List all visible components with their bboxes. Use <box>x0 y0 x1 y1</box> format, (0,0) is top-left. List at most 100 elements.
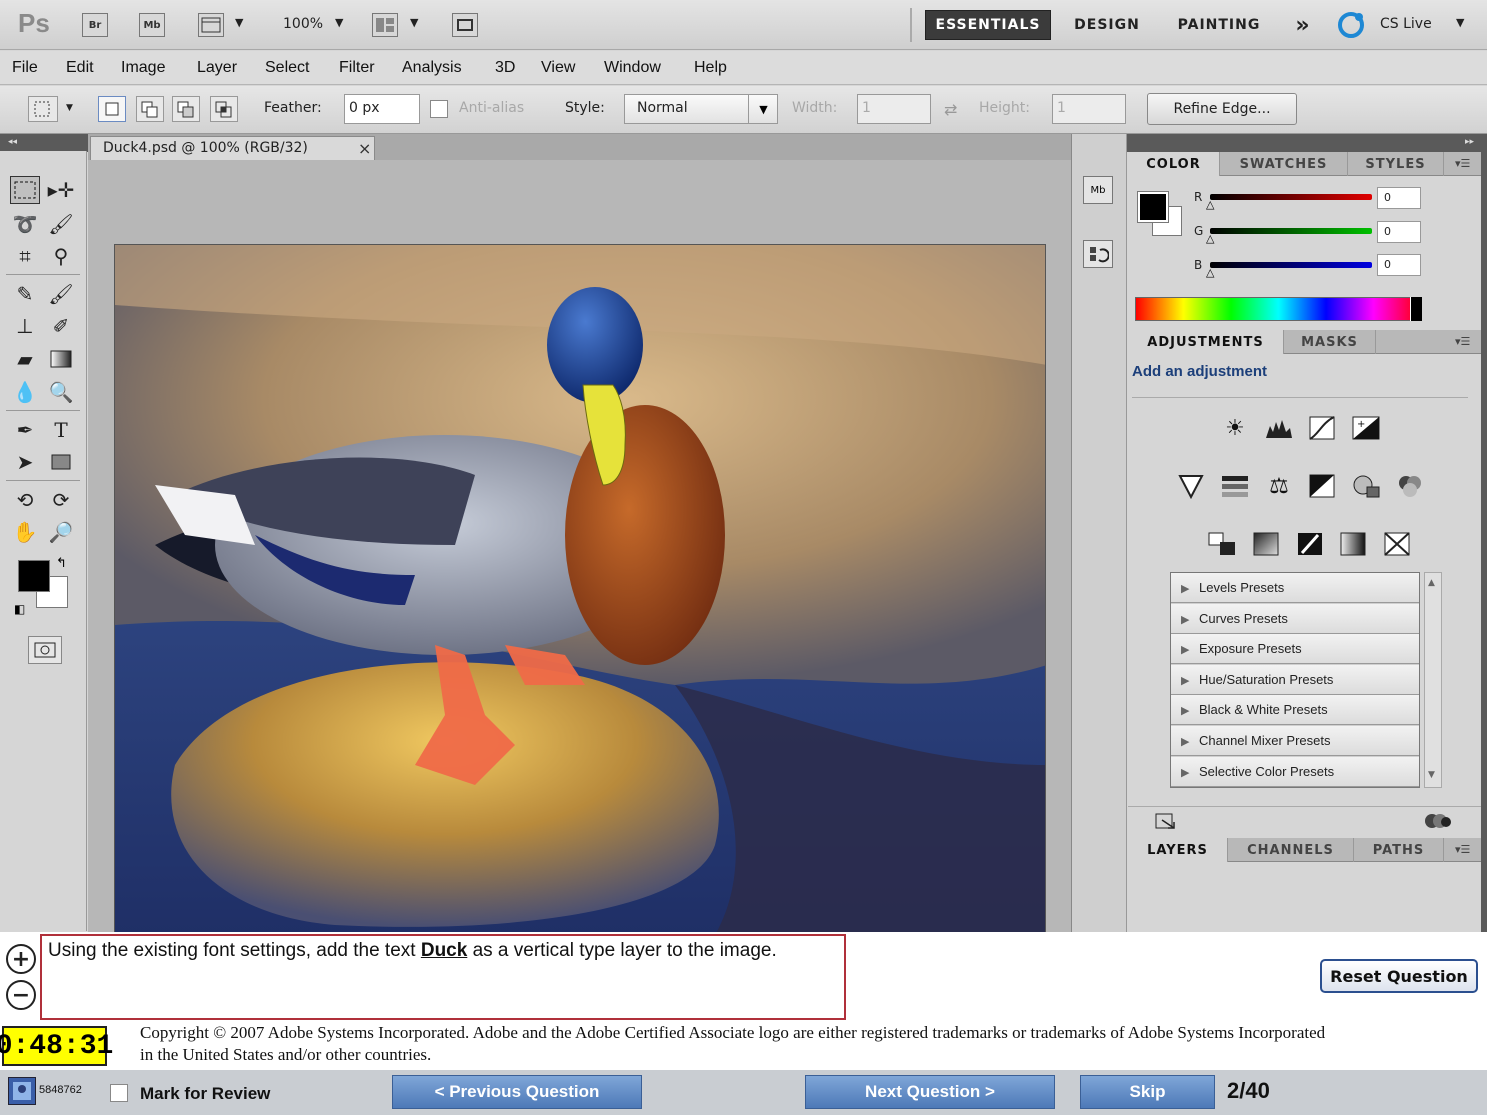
menu-analysis[interactable]: Analysis <box>402 59 462 77</box>
scroll-up-icon[interactable]: ▲ <box>1428 578 1435 588</box>
swap-colors-icon[interactable]: ↰ <box>56 556 67 571</box>
panel-menu-icon[interactable]: ▾☰ <box>1455 335 1470 348</box>
threshold-icon[interactable] <box>1293 528 1327 560</box>
mini-bridge-panel-icon[interactable]: Mb <box>1083 176 1113 204</box>
more-workspaces-icon[interactable]: » <box>1288 10 1318 40</box>
eraser-tool-icon[interactable]: ▰ <box>10 345 40 373</box>
tool-preset-picker[interactable] <box>28 96 58 122</box>
menu-3d[interactable]: 3D <box>495 59 515 77</box>
scroll-down-icon[interactable]: ▼ <box>1428 770 1435 780</box>
panel-menu-icon[interactable]: ▾☰ <box>1455 157 1470 170</box>
width-input[interactable]: 1 <box>857 94 931 124</box>
mark-for-review-label[interactable]: Mark for Review <box>140 1084 270 1104</box>
add-to-selection-button[interactable] <box>136 96 164 122</box>
feather-input[interactable]: 0 px <box>344 94 420 124</box>
workspace-essentials[interactable]: ESSENTIALS <box>925 10 1051 40</box>
next-question-button[interactable]: Next Question > <box>805 1075 1055 1109</box>
menu-help[interactable]: Help <box>694 59 727 77</box>
tab-adjustments[interactable]: ADJUSTMENTS <box>1128 330 1284 354</box>
tab-color[interactable]: COLOR <box>1128 152 1220 176</box>
quick-selection-tool-icon[interactable]: 🖌 <box>46 210 76 238</box>
slider-thumb-icon[interactable]: △ <box>1206 198 1214 211</box>
3d-rotate-tool-icon[interactable]: ⟲ <box>10 486 40 514</box>
hand-tool-icon[interactable]: ✋ <box>10 518 40 546</box>
red-value-input[interactable]: 0 <box>1377 187 1421 209</box>
zoom-out-icon[interactable]: − <box>6 980 36 1010</box>
new-selection-button[interactable] <box>98 96 126 122</box>
menu-edit[interactable]: Edit <box>66 59 94 77</box>
pen-tool-icon[interactable]: ✒ <box>10 416 40 444</box>
posterize-icon[interactable] <box>1249 528 1283 560</box>
cs-live-label[interactable]: CS Live <box>1380 16 1432 32</box>
chevron-down-icon[interactable]: ▼ <box>66 103 73 113</box>
menu-window[interactable]: Window <box>604 59 661 77</box>
history-panel-icon[interactable] <box>1083 240 1113 268</box>
brush-tool-icon[interactable]: 🖌 <box>46 280 76 308</box>
screen-mode-icon[interactable] <box>452 13 478 37</box>
chevron-down-icon[interactable]: ▼ <box>748 94 778 124</box>
color-spectrum-ramp[interactable] <box>1135 297 1422 321</box>
selective-color-icon[interactable] <box>1380 528 1414 560</box>
type-tool-icon[interactable]: T <box>46 416 76 444</box>
black-white-icon[interactable] <box>1305 470 1339 502</box>
zoom-in-icon[interactable]: + <box>6 944 36 974</box>
workspace-design[interactable]: DESIGN <box>1062 10 1152 40</box>
chevron-down-icon[interactable]: ▼ <box>235 16 243 29</box>
photo-filter-icon[interactable] <box>1349 470 1383 502</box>
return-to-list-icon[interactable] <box>1422 810 1452 836</box>
tab-masks[interactable]: MASKS <box>1284 330 1376 354</box>
slider-thumb-icon[interactable]: △ <box>1206 266 1214 279</box>
hue-saturation-icon[interactable] <box>1218 470 1252 502</box>
gradient-tool-icon[interactable] <box>46 345 76 373</box>
workspace-painting[interactable]: PAINTING <box>1165 10 1273 40</box>
red-slider[interactable] <box>1210 194 1372 200</box>
reset-question-button[interactable]: Reset Question <box>1320 959 1478 993</box>
3d-orbit-tool-icon[interactable]: ⟳ <box>46 486 76 514</box>
skip-button[interactable]: Skip <box>1080 1075 1215 1109</box>
chevron-down-icon[interactable]: ▼ <box>410 16 418 29</box>
exposure-icon[interactable]: + <box>1349 412 1383 444</box>
curves-icon[interactable] <box>1305 412 1339 444</box>
list-item[interactable]: ▶ Black & White Presets <box>1171 695 1419 725</box>
default-colors-icon[interactable]: ◧ <box>14 602 25 616</box>
presets-scrollbar[interactable] <box>1424 572 1442 788</box>
bridge-button[interactable]: Br <box>82 13 108 37</box>
vibrance-icon[interactable] <box>1174 470 1208 502</box>
history-brush-tool-icon[interactable]: ✐ <box>46 312 76 340</box>
height-input[interactable]: 1 <box>1052 94 1126 124</box>
tab-channels[interactable]: CHANNELS <box>1228 838 1354 862</box>
list-item[interactable]: ▶ Curves Presets <box>1171 604 1419 634</box>
collapse-icon[interactable]: ◂◂ <box>8 137 17 147</box>
green-value-input[interactable]: 0 <box>1377 221 1421 243</box>
zoom-level[interactable]: 100% <box>283 16 323 32</box>
menu-file[interactable]: File <box>12 59 38 77</box>
mini-bridge-button[interactable]: Mb <box>139 13 165 37</box>
mark-for-review-checkbox[interactable] <box>110 1084 128 1102</box>
green-slider[interactable] <box>1210 228 1372 234</box>
arrange-documents-icon[interactable] <box>372 13 398 37</box>
path-selection-tool-icon[interactable]: ➤ <box>10 448 40 476</box>
close-icon[interactable]: × <box>358 139 371 158</box>
move-tool-icon[interactable]: ▸✛ <box>46 176 76 204</box>
channel-mixer-icon[interactable] <box>1393 470 1427 502</box>
subtract-from-selection-button[interactable] <box>172 96 200 122</box>
tab-layers[interactable]: LAYERS <box>1128 838 1228 862</box>
blue-slider[interactable] <box>1210 262 1372 268</box>
lasso-tool-icon[interactable]: ➰ <box>10 210 40 238</box>
foreground-color-swatch[interactable] <box>18 560 50 592</box>
swap-dimensions-icon[interactable]: ⇄ <box>944 100 957 119</box>
eyedropper-tool-icon[interactable]: ⚲ <box>46 242 76 270</box>
document-tab[interactable]: Duck4.psd @ 100% (RGB/32) <box>90 136 375 160</box>
cs-live-icon[interactable] <box>1336 10 1366 44</box>
tab-styles[interactable]: STYLES <box>1348 152 1444 176</box>
menu-select[interactable]: Select <box>265 59 309 77</box>
spot-healing-tool-icon[interactable]: ✎ <box>10 280 40 308</box>
foreground-color-swatch[interactable] <box>1137 191 1169 223</box>
blur-tool-icon[interactable]: 💧 <box>10 378 40 406</box>
anti-alias-checkbox[interactable] <box>430 100 448 118</box>
tab-swatches[interactable]: SWATCHES <box>1220 152 1348 176</box>
black-white-swatch[interactable] <box>1410 297 1422 321</box>
zoom-tool-icon[interactable]: 🔎 <box>46 518 76 546</box>
slider-thumb-icon[interactable]: △ <box>1206 232 1214 245</box>
levels-icon[interactable] <box>1262 412 1296 444</box>
